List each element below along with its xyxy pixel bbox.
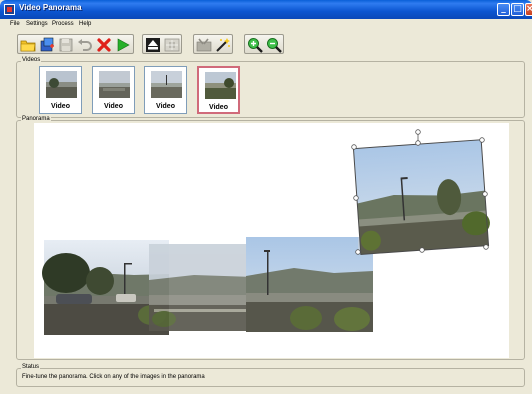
menu-settings[interactable]: Settings [26,21,48,27]
panorama-stitched-images [42,129,491,335]
video-caption: Video [209,104,228,111]
wand-icon[interactable] [215,37,231,53]
toolbar-group-zoom [244,34,284,54]
panorama-image-3[interactable] [246,237,373,332]
video-preview-image [151,71,182,98]
toolbar [0,31,532,59]
video-caption: Video [104,103,123,110]
eject-icon[interactable] [145,37,161,53]
video-thumbnail[interactable]: Video [39,66,82,114]
open-folder-icon[interactable] [20,37,36,53]
panorama-group-label: Panorama [21,116,51,123]
panorama-image-selected[interactable] [352,139,491,255]
delete-icon[interactable] [96,37,112,53]
frame-icon[interactable] [164,37,180,53]
video-preview-image [99,71,130,98]
minimize-button[interactable]: _ [497,3,510,16]
toolbar-group-file [17,34,134,54]
toolbar-group-frames [142,34,182,54]
video-thumbnail[interactable]: Video [144,66,187,114]
tools-icon[interactable] [196,37,212,53]
video-caption: Video [51,103,70,110]
video-caption: Video [156,103,175,110]
menu-file[interactable]: File [10,21,20,27]
video-thumbnail[interactable]: Video [92,66,135,114]
maximize-button[interactable]: □ [511,3,524,16]
menu-process[interactable]: Process [52,21,74,27]
menu-help[interactable]: Help [79,21,91,27]
title-bar: Video Panorama _ □ × [0,0,532,19]
app-icon [4,4,15,15]
menu-bar: File Settings Process Help [0,19,532,31]
status-message: Fine-tune the panorama. Click on any of … [22,374,205,380]
window-title: Video Panorama [19,3,82,12]
video-preview-image [205,72,236,99]
zoom-in-icon[interactable] [247,37,263,53]
videos-group-label: Videos [21,57,42,64]
save-icon[interactable] [58,37,74,53]
toolbar-group-tools [193,34,233,54]
zoom-out-icon[interactable] [266,37,282,53]
play-icon[interactable] [115,37,131,53]
panorama-image-2[interactable] [149,244,254,331]
video-thumbnail-selected[interactable]: Video [197,66,240,114]
close-button[interactable]: × [525,3,532,16]
undo-icon[interactable] [77,37,93,53]
status-group-label: Status [21,364,41,371]
video-preview-image [46,71,77,98]
panorama-canvas[interactable] [34,123,509,358]
add-icon[interactable] [39,37,55,53]
